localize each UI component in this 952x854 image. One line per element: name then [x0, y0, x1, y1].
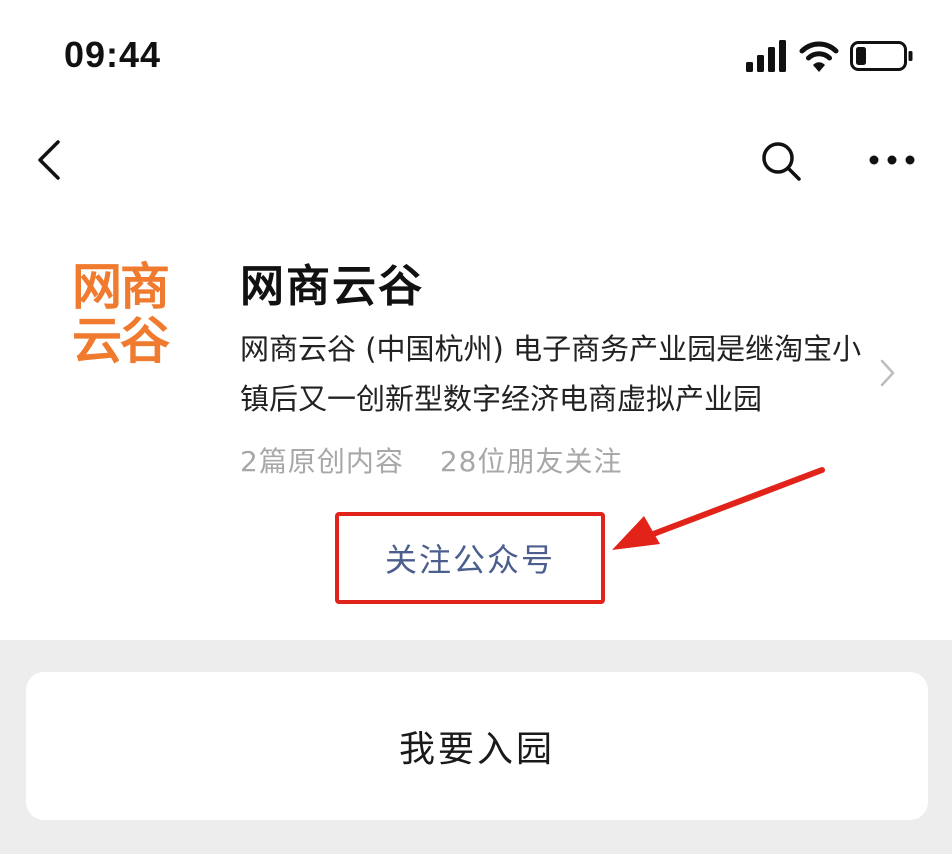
- account-name: 网商云谷: [240, 261, 424, 312]
- back-chevron-icon[interactable]: [34, 138, 64, 186]
- logo-text-line1: 网商: [72, 258, 170, 316]
- followers-count: 28位朋友关注: [439, 445, 623, 478]
- join-park-button[interactable]: 我要入园: [26, 672, 928, 820]
- status-icons: [746, 38, 916, 74]
- status-bar: 09:44: [0, 0, 952, 110]
- search-icon[interactable]: [760, 140, 804, 188]
- nav-bar: [0, 120, 952, 200]
- wifi-icon: [799, 41, 839, 72]
- more-icon[interactable]: [868, 150, 916, 174]
- battery-icon: [850, 41, 913, 71]
- chevron-right-icon[interactable]: [878, 358, 896, 392]
- account-logo: 网商 云谷: [60, 260, 180, 380]
- status-time: 09:44: [64, 34, 162, 75]
- original-count: 2篇原创内容: [240, 445, 404, 478]
- follow-highlight-box: 关注公众号: [335, 512, 605, 604]
- account-stats: 2篇原创内容 28位朋友关注: [240, 440, 622, 480]
- follow-button[interactable]: 关注公众号: [339, 516, 601, 600]
- signal-icon: [746, 40, 786, 72]
- account-description[interactable]: 网商云谷 (中国杭州) 电子商务产业园是继淘宝小镇后又一创新型数字经济电商虚拟产…: [240, 324, 870, 424]
- menu-area: 我要入园: [0, 640, 952, 854]
- annotation-arrow-icon: [608, 466, 828, 560]
- account-profile: 网商 云谷 网商云谷 网商云谷 (中国杭州) 电子商务产业园是继淘宝小镇后又一创…: [0, 220, 952, 640]
- logo-text-line2: 云谷: [72, 312, 170, 370]
